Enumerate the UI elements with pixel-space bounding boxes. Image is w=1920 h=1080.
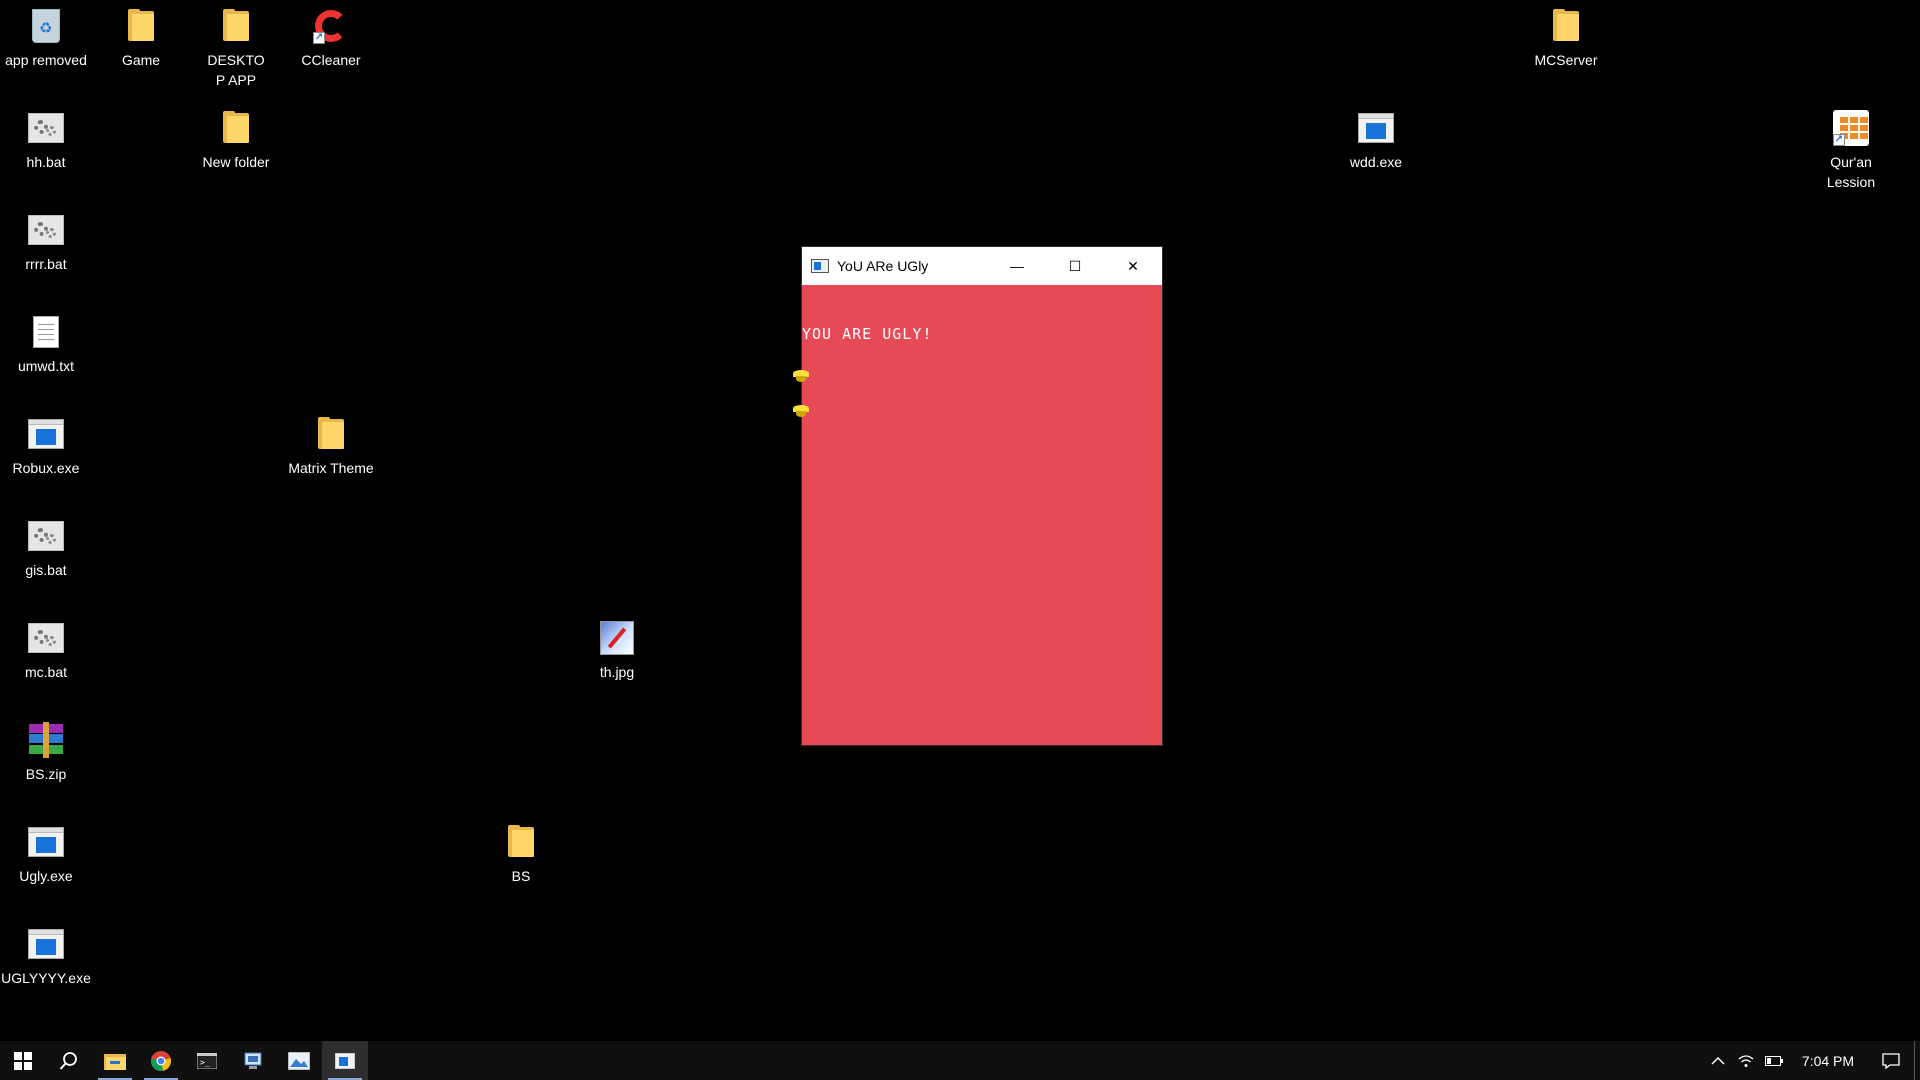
chevron-up-icon[interactable]: [1704, 1041, 1732, 1080]
icon-label: app removed: [5, 52, 87, 68]
desktop-icon-matrix-theme[interactable]: Matrix Theme: [283, 414, 379, 478]
desktop-icon-hh-bat[interactable]: hh.bat: [0, 108, 94, 172]
desktop-icon-rrrr-bat[interactable]: rrrr.bat: [0, 210, 94, 274]
window-titlebar[interactable]: YoU ARe UGly — ☐ ✕: [802, 247, 1162, 285]
icon-label: umwd.txt: [17, 358, 74, 374]
batch-file-icon: [26, 516, 66, 556]
icon-label: gis.bat: [25, 562, 67, 578]
search-icon: [59, 1051, 77, 1070]
close-button[interactable]: ✕: [1104, 247, 1162, 285]
taskbar-photos[interactable]: [276, 1041, 322, 1080]
terminal-icon: >_: [197, 1052, 217, 1069]
ugly-app-window[interactable]: YoU ARe UGly — ☐ ✕ YOU ARE UGLY!: [801, 246, 1163, 746]
ugly-message: YOU ARE UGLY!: [802, 325, 933, 343]
desktop-icon-th-jpg[interactable]: th.jpg: [569, 618, 665, 682]
desktop-icon-robux-exe[interactable]: Robux.exe: [0, 414, 94, 478]
ugly-app-icon: [335, 1052, 355, 1069]
icon-label: Qur'an Lession: [1826, 154, 1876, 190]
image-file-icon: [597, 618, 637, 658]
desktop-icon-bs-zip[interactable]: BS.zip: [0, 720, 94, 784]
window-client-area[interactable]: YOU ARE UGLY!: [802, 285, 1162, 745]
desktop-icon-umwd-txt[interactable]: umwd.txt: [0, 312, 94, 376]
icon-label: th.jpg: [599, 664, 635, 680]
busy-cursor-icon: [793, 370, 809, 382]
batch-file-icon: [26, 618, 66, 658]
quran-app-icon: ↗: [1831, 108, 1871, 148]
text-file-icon: [26, 312, 66, 352]
search-button[interactable]: [46, 1041, 92, 1080]
desktop-icon-new-folder[interactable]: New folder: [188, 108, 284, 172]
network-tool-icon: [244, 1052, 262, 1069]
executable-icon: [26, 924, 66, 964]
system-tray: 7:04 PM: [1704, 1041, 1920, 1080]
batch-file-icon: [26, 210, 66, 250]
maximize-button[interactable]: ☐: [1046, 247, 1104, 285]
icon-label: Ugly.exe: [19, 868, 73, 884]
desktop-icon-app-removed[interactable]: ♻ app removed: [0, 6, 94, 70]
icon-label: Matrix Theme: [288, 460, 374, 476]
busy-cursor-icon: [793, 405, 809, 417]
icon-label: BS.zip: [25, 766, 67, 782]
desktop-icon-mcserver[interactable]: MCServer: [1518, 6, 1614, 70]
taskbar-chrome[interactable]: [138, 1041, 184, 1080]
folder-icon: [121, 6, 161, 46]
desktop-icon-bs[interactable]: BS: [473, 822, 569, 886]
svg-text:>_: >_: [200, 1058, 210, 1067]
icon-label: wdd.exe: [1349, 154, 1403, 170]
desktop-icon-quran-lession[interactable]: ↗ Qur'an Lession: [1803, 108, 1899, 192]
battery-icon[interactable]: [1760, 1041, 1788, 1080]
folder-icon: [216, 6, 256, 46]
window-title: YoU ARe UGly: [837, 258, 929, 274]
taskbar-ugly-app[interactable]: [322, 1041, 368, 1080]
icon-label: Robux.exe: [12, 460, 80, 476]
executable-icon: [26, 822, 66, 862]
minimize-button[interactable]: —: [988, 247, 1046, 285]
photos-icon: [288, 1051, 310, 1070]
archive-icon: [26, 720, 66, 760]
icon-label: DESKTOP APP: [207, 52, 265, 88]
desktop-icon-ccleaner[interactable]: ↗ CCleaner: [283, 6, 379, 70]
taskbar-clock[interactable]: 7:04 PM: [1788, 1053, 1868, 1069]
recycle-bin-icon: ♻: [26, 6, 66, 46]
chrome-icon: [150, 1050, 171, 1071]
taskbar: >_ 7:04 PM: [0, 1041, 1920, 1080]
desktop-icon-mc-bat[interactable]: mc.bat: [0, 618, 94, 682]
desktop-icon-uglyyyy-exe[interactable]: UGLYYYY.exe: [0, 924, 94, 988]
icon-label: Game: [121, 52, 161, 68]
folder-icon: [216, 108, 256, 148]
show-desktop-button[interactable]: [1914, 1041, 1920, 1080]
icon-label: BS: [511, 868, 531, 884]
folder-icon: [501, 822, 541, 862]
desktop-icon-game[interactable]: Game: [93, 6, 189, 70]
icon-label: mc.bat: [24, 664, 67, 680]
app-icon: [811, 259, 829, 273]
file-explorer-icon: [104, 1053, 126, 1070]
desktop-icon-wdd-exe[interactable]: wdd.exe: [1328, 108, 1424, 172]
executable-icon: [1356, 108, 1396, 148]
icon-label: rrrr.bat: [25, 256, 67, 272]
desktop-icon-gis-bat[interactable]: gis.bat: [0, 516, 94, 580]
desktop-icon-ugly-exe[interactable]: Ugly.exe: [0, 822, 94, 886]
batch-file-icon: [26, 108, 66, 148]
icon-label: CCleaner: [301, 52, 361, 68]
taskbar-terminal[interactable]: >_: [184, 1041, 230, 1080]
folder-icon: [311, 414, 351, 454]
desktop: ♻ app removed Game DESKTOP APP ↗ CCleane…: [0, 0, 1920, 1041]
desktop-icon-desktop-app[interactable]: DESKTOP APP: [188, 6, 284, 90]
start-button[interactable]: [0, 1041, 46, 1080]
taskbar-network-tool[interactable]: [230, 1041, 276, 1080]
notification-icon[interactable]: [1868, 1041, 1914, 1080]
ccleaner-icon: ↗: [311, 6, 351, 46]
icon-label: hh.bat: [26, 154, 66, 170]
windows-logo-icon: [14, 1051, 32, 1070]
icon-label: UGLYYYY.exe: [1, 970, 91, 986]
taskbar-file-explorer[interactable]: [92, 1041, 138, 1080]
wifi-icon[interactable]: [1732, 1041, 1760, 1080]
icon-label: MCServer: [1534, 52, 1598, 68]
executable-icon: [26, 414, 66, 454]
folder-icon: [1546, 6, 1586, 46]
icon-label: New folder: [202, 154, 270, 170]
